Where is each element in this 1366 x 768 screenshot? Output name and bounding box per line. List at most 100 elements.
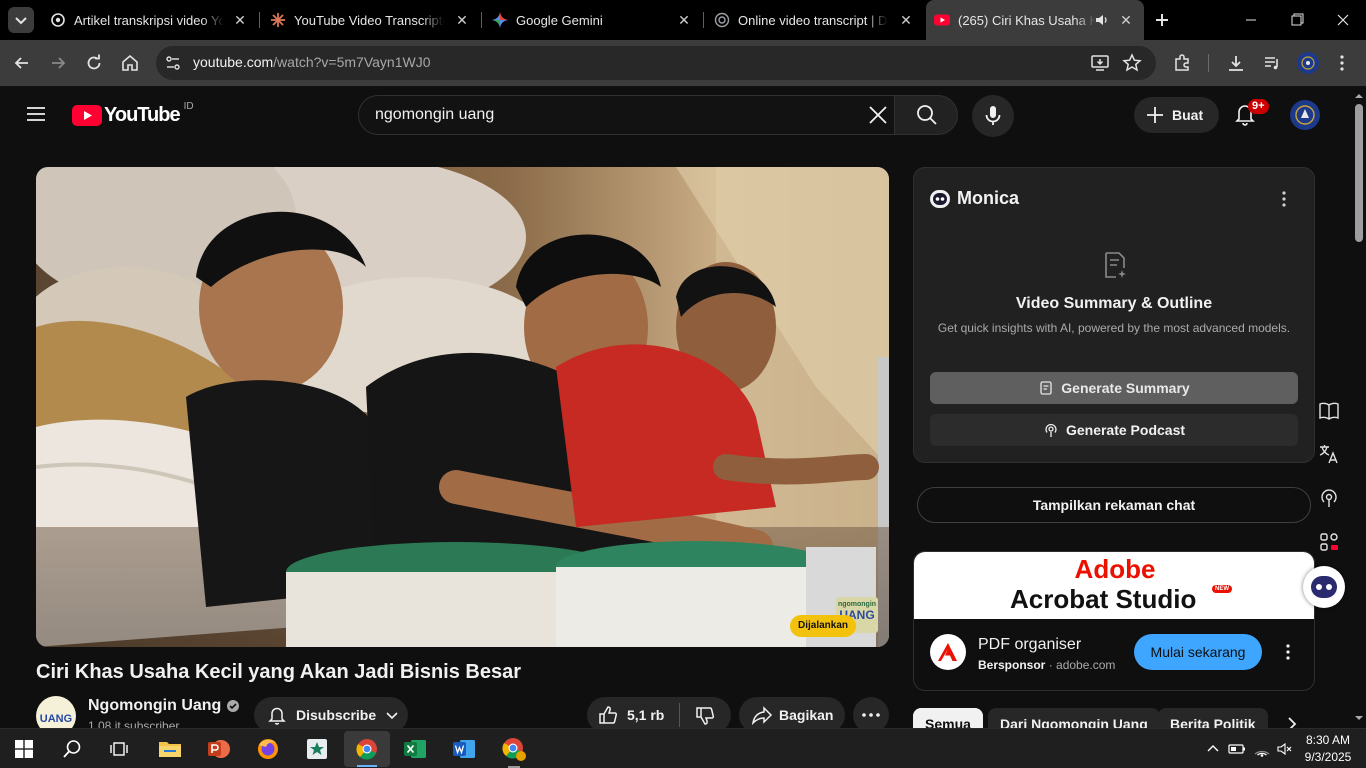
create-button[interactable]: Buat: [1134, 97, 1219, 133]
scroll-down-icon[interactable]: [1352, 712, 1366, 724]
excel-icon: [404, 740, 426, 758]
tab-descript[interactable]: Online video transcript | Descript ✕: [706, 0, 924, 40]
start-button[interactable]: [4, 733, 44, 765]
powerpoint-icon: [208, 740, 230, 758]
sponsored-ad[interactable]: Adobe Acrobat Studio NEW PDF organiser B…: [913, 551, 1315, 691]
chrome-icon: [356, 739, 377, 760]
home-icon[interactable]: [120, 53, 140, 73]
monica-launcher-button[interactable]: [1303, 566, 1345, 608]
url-text[interactable]: youtube.com/watch?v=5m7Vayn1WJ0: [193, 54, 431, 70]
ad-banner[interactable]: Adobe Acrobat Studio NEW: [914, 552, 1314, 619]
generate-podcast-button[interactable]: Generate Podcast: [930, 414, 1298, 446]
clock-date: 9/3/2025: [1304, 750, 1352, 764]
more-menu-icon[interactable]: [1332, 53, 1352, 73]
scrollbar-thumb[interactable]: [1355, 104, 1363, 242]
hamburger-menu-icon[interactable]: [24, 102, 48, 126]
clock-time: 8:30 AM: [1305, 733, 1351, 747]
new-tab-button[interactable]: [1150, 8, 1174, 32]
wifi-icon[interactable]: [1253, 741, 1271, 757]
address-bar[interactable]: youtube.com/watch?v=5m7Vayn1WJ0: [156, 46, 1156, 80]
taskbar-search-button[interactable]: [52, 733, 92, 765]
channel-name[interactable]: Ngomongin Uang: [88, 697, 240, 715]
profile-avatar[interactable]: [1297, 52, 1319, 74]
url-path: /watch?v=5m7Vayn1WJ0: [273, 54, 431, 70]
back-arrow-icon[interactable]: [12, 53, 32, 73]
task-view-button[interactable]: [99, 733, 139, 765]
tab-claude[interactable]: YouTube Video Transcription ✕: [262, 0, 480, 40]
monica-header: Monica: [930, 188, 1019, 209]
tab-youtube-active[interactable]: (265) Ciri Khas Usaha Kecil ✕: [926, 0, 1144, 40]
tab-search-dropdown[interactable]: [8, 7, 34, 33]
ad-more-icon[interactable]: [1278, 642, 1298, 662]
show-chat-replay-button[interactable]: Tampilkan rekaman chat: [917, 487, 1311, 523]
reader-mode-icon[interactable]: [1314, 396, 1344, 426]
bell-icon: [268, 707, 286, 725]
taskbar-chrome-profile[interactable]: [494, 733, 534, 768]
tab-close-button[interactable]: ✕: [898, 12, 914, 28]
taskbar-chrome-active[interactable]: [344, 731, 390, 767]
clock[interactable]: 8:30 AM 9/3/2025: [1298, 732, 1358, 766]
tab-close-button[interactable]: ✕: [676, 12, 692, 28]
browser-toolbar: youtube.com/watch?v=5m7Vayn1WJ0: [0, 40, 1366, 86]
apps-grid-icon[interactable]: [1314, 527, 1344, 557]
tray-overflow-icon[interactable]: [1205, 741, 1221, 757]
media-control-icon[interactable]: [1262, 53, 1282, 73]
notifications-button[interactable]: 9+: [1232, 99, 1269, 131]
search-box[interactable]: ngomongin uang: [358, 95, 895, 135]
translate-icon[interactable]: [1314, 439, 1344, 469]
tab-separator: [703, 12, 704, 28]
window-close-button[interactable]: [1320, 0, 1366, 40]
chrome-profile-icon: [502, 738, 526, 761]
speaker-icon[interactable]: [1094, 12, 1110, 28]
share-icon: [751, 706, 773, 726]
tab-close-button[interactable]: ✕: [454, 12, 470, 28]
tab-title: Artikel transkripsi video YouTube: [74, 12, 224, 28]
search-input[interactable]: ngomongin uang: [375, 106, 494, 124]
taskbar-firefox[interactable]: [248, 733, 288, 765]
voice-search-button[interactable]: [972, 95, 1014, 137]
window-restore-button[interactable]: [1274, 0, 1320, 40]
window-minimize-button[interactable]: [1228, 0, 1274, 40]
scroll-up-icon[interactable]: [1352, 90, 1366, 102]
ad-meta: Bersponsor · adobe.com: [978, 658, 1115, 672]
download-icon[interactable]: [1226, 53, 1246, 73]
page-scrollbar[interactable]: [1352, 86, 1366, 728]
star-app-icon: [307, 739, 327, 759]
taskbar-word[interactable]: [444, 733, 484, 765]
thumbs-up-icon: [599, 706, 618, 724]
extensions-icon[interactable]: [1172, 53, 1192, 73]
subscribe-label: Disubscribe: [296, 707, 377, 723]
chat-replay-label: Tampilkan rekaman chat: [1032, 497, 1196, 513]
profile-emblem-icon: [1301, 56, 1315, 70]
search-button[interactable]: [894, 95, 958, 135]
forward-arrow-icon[interactable]: [48, 53, 68, 73]
taskbar-pinned-app[interactable]: [297, 733, 337, 765]
bookmark-star-icon[interactable]: [1122, 53, 1142, 73]
taskbar-file-explorer[interactable]: [150, 733, 190, 765]
taskbar-powerpoint[interactable]: [199, 733, 239, 765]
ad-brand-line1: Adobe: [1074, 554, 1156, 584]
ad-cta-button[interactable]: Mulai sekarang: [1134, 634, 1262, 670]
ad-new-badge: NEW: [1212, 585, 1232, 593]
clear-search-icon[interactable]: [867, 104, 889, 126]
install-app-icon[interactable]: [1090, 53, 1110, 73]
video-player[interactable]: ngomongin UANG Dijalankan: [36, 167, 889, 647]
volume-muted-icon[interactable]: [1276, 741, 1294, 757]
verified-badge-icon: [227, 700, 240, 712]
tab-chatgpt[interactable]: Artikel transkripsi video YouTube ✕: [40, 0, 258, 40]
youtube-logo[interactable]: YouTube ID: [72, 101, 194, 126]
share-label: Bagikan: [779, 707, 834, 723]
tab-gemini[interactable]: Google Gemini ✕: [484, 0, 702, 40]
generate-summary-button[interactable]: Generate Summary: [930, 372, 1298, 404]
battery-icon[interactable]: [1228, 741, 1246, 757]
account-avatar[interactable]: [1290, 100, 1320, 130]
taskbar-excel[interactable]: [395, 733, 435, 765]
reload-icon[interactable]: [84, 53, 104, 73]
tab-close-button[interactable]: ✕: [232, 12, 248, 28]
site-info-icon[interactable]: [164, 54, 182, 72]
tab-close-button[interactable]: ✕: [1118, 12, 1134, 28]
channel-avatar-text: UANG: [39, 713, 73, 725]
monica-more-icon[interactable]: [1274, 189, 1294, 209]
gemini-icon: [492, 12, 508, 28]
podcast-rail-icon[interactable]: [1314, 483, 1344, 513]
